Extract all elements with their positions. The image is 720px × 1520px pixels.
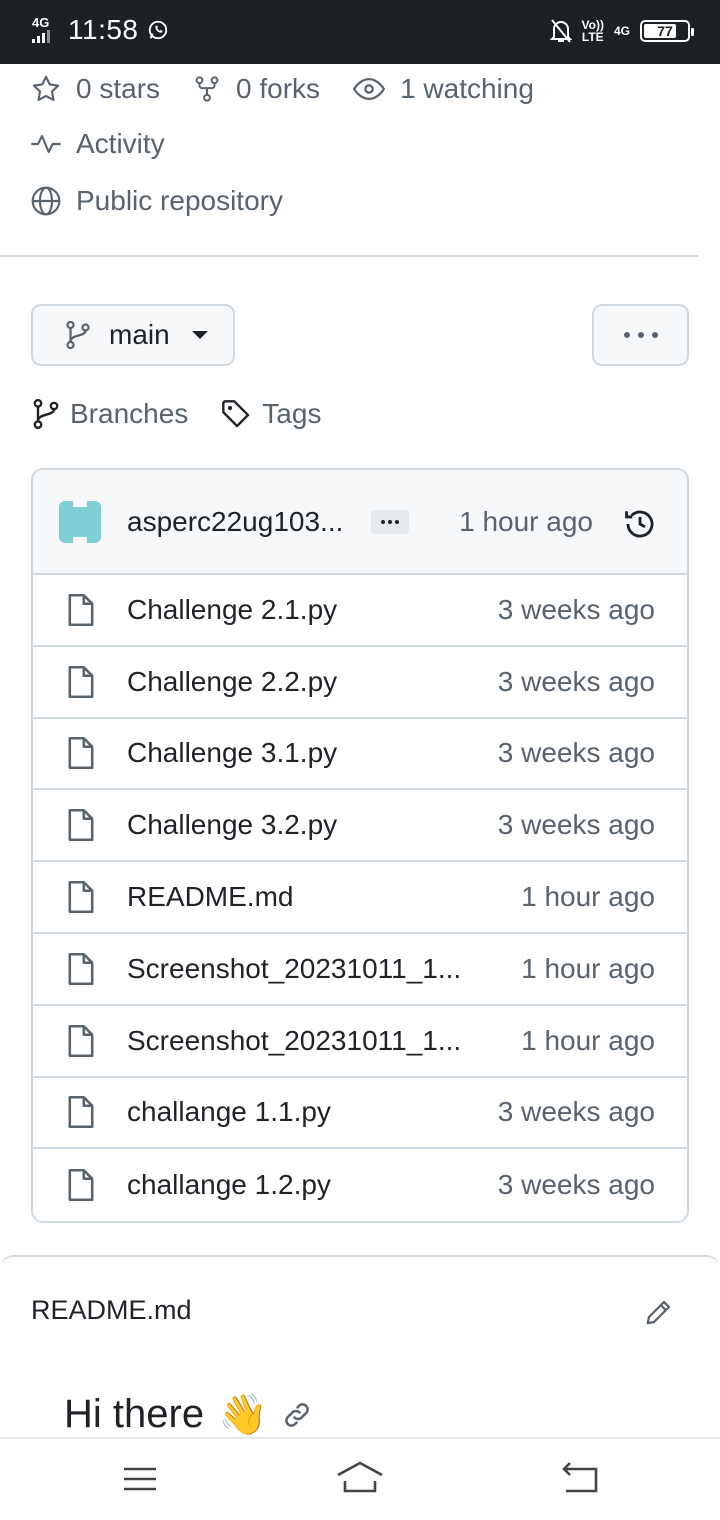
file-name[interactable]: Challenge 3.2.py [127, 809, 337, 841]
file-name[interactable]: Challenge 3.1.py [127, 737, 337, 769]
visibility-label: Public repository [76, 185, 283, 216]
repo-stats: 0 stars 0 forks 1 watching [30, 72, 566, 106]
branches-label: Branches [70, 398, 189, 429]
chevron-down-icon [191, 331, 208, 339]
file-row[interactable]: Screenshot_20231011_1... 1 hour ago [33, 1006, 687, 1078]
watching-count: 1 watching [400, 73, 534, 104]
file-row[interactable]: Challenge 3.1.py 3 weeks ago [33, 719, 687, 791]
volte-indicator: Vo)) LTE [581, 18, 604, 44]
branches-link[interactable]: Branches [32, 398, 188, 430]
branch-name: main [109, 319, 170, 350]
readme-title[interactable]: README.md [31, 1295, 192, 1326]
kebab-dot [637, 332, 644, 338]
file-icon [68, 809, 94, 842]
stars-count: 0 stars [76, 73, 161, 104]
commit-time: 1 hour ago [459, 505, 593, 537]
file-row[interactable]: challange 1.1.py 3 weeks ago [33, 1078, 687, 1150]
file-row[interactable]: Challenge 2.2.py 3 weeks ago [33, 647, 687, 719]
file-name[interactable]: challange 1.2.py [127, 1169, 331, 1201]
file-row[interactable]: README.md 1 hour ago [33, 862, 687, 934]
clock: 11:58 [68, 14, 139, 45]
file-icon [68, 881, 94, 914]
activity-label: Activity [76, 128, 165, 159]
commit-author[interactable]: asperc22ug103... [127, 506, 357, 538]
home-icon[interactable] [336, 1459, 384, 1499]
network-type: 4G [32, 15, 50, 30]
readme-heading: Hi there 👋 [64, 1391, 312, 1438]
visibility-info: Public repository [30, 185, 315, 217]
latest-commit-row[interactable]: asperc22ug103... 1 hour ago [33, 470, 687, 575]
waving-hand-emoji: 👋 [218, 1393, 268, 1437]
kebab-dot [623, 332, 630, 338]
tags-label: Tags [262, 398, 322, 429]
globe-icon [31, 186, 61, 216]
file-last-modified: 1 hour ago [521, 881, 655, 913]
file-last-modified: 3 weeks ago [497, 665, 655, 697]
file-last-modified: 3 weeks ago [497, 1096, 655, 1128]
file-icon [68, 593, 94, 626]
system-navigation-bar [0, 1437, 720, 1520]
file-icon [68, 1096, 94, 1129]
status-bar: 4G 11:58 Vo)) LTE 4G 77 [0, 0, 720, 64]
file-row[interactable]: Challenge 3.2.py 3 weeks ago [33, 790, 687, 863]
battery-level: 77 [657, 23, 673, 39]
tags-link[interactable]: Tags [220, 398, 321, 430]
watching-link[interactable]: 1 watching [352, 72, 534, 106]
file-row[interactable]: Screenshot_20231011_1... 1 hour ago [33, 934, 687, 1006]
fork-icon [195, 76, 219, 102]
file-name[interactable]: README.md [127, 881, 293, 913]
cellular-signal-icon: 4G [30, 15, 60, 45]
branch-selector-button[interactable]: main [31, 304, 235, 366]
file-last-modified: 3 weeks ago [497, 809, 655, 841]
file-last-modified: 3 weeks ago [497, 593, 655, 625]
git-branch-icon [66, 320, 90, 350]
avatar[interactable] [59, 500, 101, 543]
forks-count: 0 forks [236, 73, 321, 104]
battery-icon: 77 [640, 20, 694, 42]
file-row[interactable]: challange 1.2.py 3 weeks ago [33, 1149, 687, 1221]
file-icon [68, 1024, 94, 1057]
activity-link[interactable]: Activity [30, 128, 197, 160]
back-icon[interactable] [560, 1459, 600, 1499]
file-icon [68, 665, 94, 698]
file-last-modified: 3 weeks ago [497, 1169, 655, 1201]
star-icon [32, 75, 60, 101]
file-last-modified: 1 hour ago [521, 1024, 655, 1056]
eye-icon [352, 77, 386, 101]
file-name[interactable]: Challenge 2.2.py [127, 666, 337, 698]
file-row[interactable]: Challenge 2.1.py 3 weeks ago [33, 575, 687, 647]
menu-icon[interactable] [122, 1459, 158, 1499]
git-branch-icon [33, 398, 59, 430]
file-last-modified: 3 weeks ago [497, 737, 655, 769]
pencil-icon[interactable] [644, 1297, 674, 1327]
section-divider [0, 255, 698, 257]
network-4g-indicator: 4G [613, 24, 630, 38]
file-name[interactable]: Screenshot_20231011_1... [127, 1025, 461, 1057]
readme-panel: README.md Hi there 👋 [0, 1255, 720, 1437]
readme-heading-text: Hi there [64, 1392, 205, 1436]
file-name[interactable]: Challenge 2.1.py [127, 594, 337, 626]
link-icon[interactable] [282, 1400, 312, 1430]
file-list: asperc22ug103... 1 hour ago Challenge 2.… [31, 468, 689, 1223]
kebab-dot [651, 332, 658, 338]
file-icon [68, 1169, 94, 1202]
file-icon [68, 737, 94, 770]
file-name[interactable]: Screenshot_20231011_1... [127, 953, 461, 985]
file-icon [68, 952, 94, 985]
tag-icon [222, 400, 250, 428]
more-options-button[interactable] [592, 304, 689, 366]
forks-link[interactable]: 0 forks [192, 73, 320, 105]
commit-message-expand-button[interactable] [371, 509, 409, 534]
history-icon[interactable] [623, 507, 657, 541]
whatsapp-icon [148, 20, 167, 40]
pulse-icon [31, 134, 61, 154]
file-last-modified: 1 hour ago [521, 952, 655, 984]
mute-notification-icon [549, 19, 572, 43]
stars-link[interactable]: 0 stars [30, 73, 160, 105]
branches-tags-row: Branches Tags [32, 398, 353, 430]
file-name[interactable]: challange 1.1.py [127, 1096, 331, 1128]
